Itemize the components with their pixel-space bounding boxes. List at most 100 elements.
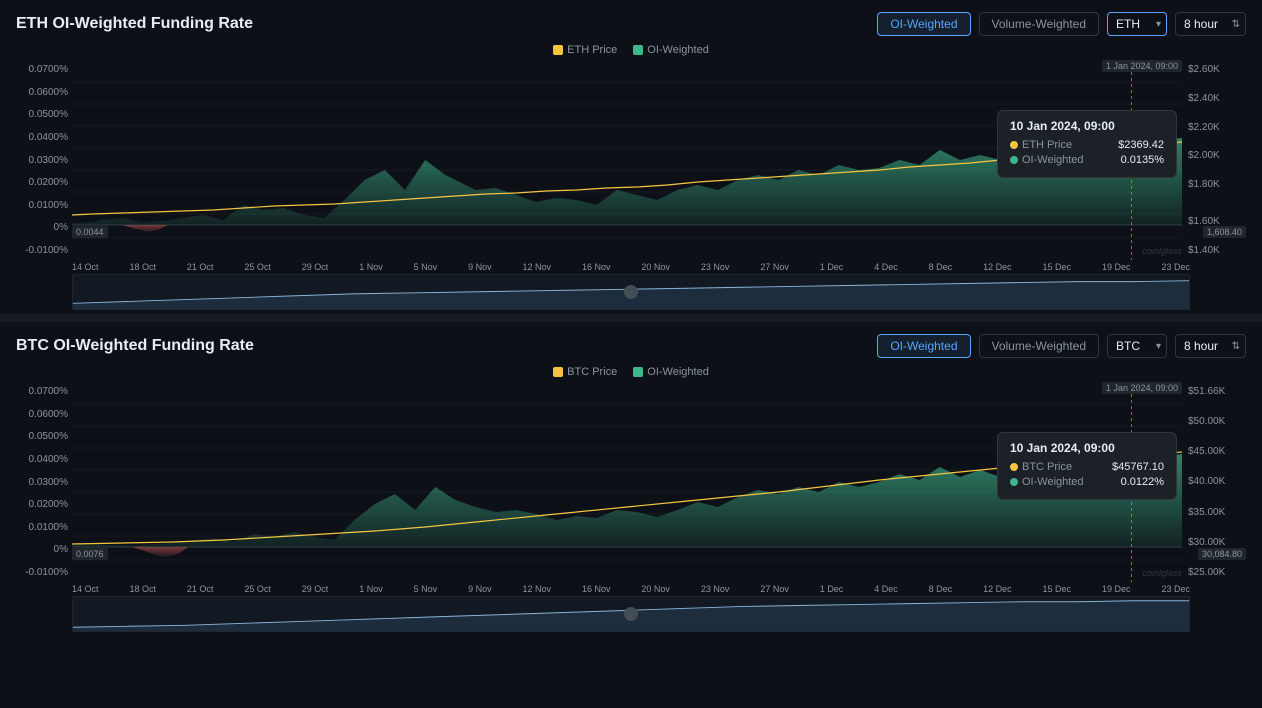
- btc-mini-chart: [72, 596, 1190, 632]
- eth-oi-legend-label: OI-Weighted: [647, 44, 709, 56]
- btc-y-right-4: $35.00K: [1188, 507, 1246, 518]
- btc-main-chart-container: 0.0700% 0.0600% 0.0500% 0.0400% 0.0300% …: [16, 382, 1246, 582]
- btc-hour-select[interactable]: 1 hour 4 hour 8 hour 24 hour: [1175, 334, 1246, 358]
- eth-x-3: 25 Oct: [244, 262, 271, 272]
- eth-x-2: 21 Oct: [187, 262, 214, 272]
- btc-x-16: 12 Dec: [983, 584, 1012, 594]
- eth-oi-weighted-btn[interactable]: OI-Weighted: [877, 12, 970, 36]
- eth-y-left-3: 0.0400%: [16, 132, 68, 143]
- eth-oi-legend: OI-Weighted: [633, 44, 709, 56]
- btc-legend: BTC Price OI-Weighted: [16, 366, 1246, 378]
- btc-x-7: 9 Nov: [468, 584, 492, 594]
- eth-x-9: 16 Nov: [582, 262, 611, 272]
- btc-y-left-3: 0.0400%: [16, 454, 68, 465]
- btc-x-2: 21 Oct: [187, 584, 214, 594]
- eth-x-14: 4 Dec: [874, 262, 898, 272]
- eth-x-8: 12 Nov: [523, 262, 552, 272]
- btc-chart-controls: OI-Weighted Volume-Weighted BTC ETH SOL …: [877, 334, 1246, 358]
- eth-mini-chart: [72, 274, 1190, 310]
- btc-coin-selector: BTC ETH SOL ▾: [1107, 334, 1167, 358]
- btc-y-right-0: $51.66K: [1188, 386, 1246, 397]
- eth-x-1: 18 Oct: [129, 262, 156, 272]
- eth-chart-svg-container: 0.0044 10 Jan 2024, 09:00 ETH Price $236…: [72, 60, 1182, 260]
- btc-chart-header: BTC OI-Weighted Funding Rate OI-Weighted…: [16, 334, 1246, 358]
- eth-oi-legend-dot: [633, 45, 643, 55]
- btc-oi-legend-label: OI-Weighted: [647, 366, 709, 378]
- eth-y-left-6: 0.0100%: [16, 200, 68, 211]
- btc-coin-select[interactable]: BTC ETH SOL: [1107, 334, 1167, 358]
- btc-x-19: 23 Dec: [1161, 584, 1190, 594]
- eth-hour-select[interactable]: 1 hour 4 hour 8 hour 24 hour: [1175, 12, 1246, 36]
- btc-x-3: 25 Oct: [244, 584, 271, 594]
- eth-x-19: 23 Dec: [1161, 262, 1190, 272]
- eth-x-6: 5 Nov: [414, 262, 438, 272]
- eth-y-left-5: 0.0200%: [16, 177, 68, 188]
- btc-timestamp-right: 1 Jan 2024, 09:00: [1102, 382, 1182, 394]
- btc-oi-weighted-btn[interactable]: OI-Weighted: [877, 334, 970, 358]
- btc-price-legend: BTC Price: [553, 366, 617, 378]
- eth-x-axis: 14 Oct 18 Oct 21 Oct 25 Oct 29 Oct 1 Nov…: [16, 260, 1246, 272]
- btc-x-6: 5 Nov: [414, 584, 438, 594]
- eth-y-left-8: -0.0100%: [16, 245, 68, 256]
- btc-price-legend-label: BTC Price: [567, 366, 617, 378]
- eth-x-0: 14 Oct: [72, 262, 99, 272]
- btc-y-left-7: 0%: [16, 544, 68, 555]
- eth-timestamp-right: 1 Jan 2024, 09:00: [1102, 60, 1182, 72]
- eth-x-5: 1 Nov: [359, 262, 383, 272]
- eth-coin-select[interactable]: ETH BTC SOL: [1107, 12, 1167, 36]
- btc-x-11: 23 Nov: [701, 584, 730, 594]
- eth-y-axis-left: 0.0700% 0.0600% 0.0500% 0.0400% 0.0300% …: [16, 60, 72, 260]
- btc-x-10: 20 Nov: [641, 584, 670, 594]
- eth-x-11: 23 Nov: [701, 262, 730, 272]
- eth-y-right-1: $2.40K: [1188, 93, 1246, 104]
- eth-chart-title: ETH OI-Weighted Funding Rate: [16, 15, 253, 33]
- btc-y-right-2: $45.00K: [1188, 446, 1246, 457]
- btc-y-left-0: 0.0700%: [16, 386, 68, 397]
- eth-oi-fill: [72, 135, 1182, 225]
- eth-y-right-3: $2.00K: [1188, 150, 1246, 161]
- eth-chart-section: ETH OI-Weighted Funding Rate OI-Weighted…: [0, 0, 1262, 310]
- eth-chart-controls: OI-Weighted Volume-Weighted ETH BTC SOL …: [877, 12, 1246, 36]
- btc-x-1: 18 Oct: [129, 584, 156, 594]
- eth-x-15: 8 Dec: [929, 262, 953, 272]
- eth-coin-selector: ETH BTC SOL ▾: [1107, 12, 1167, 36]
- page: ETH OI-Weighted Funding Rate OI-Weighted…: [0, 0, 1262, 708]
- eth-y-left-2: 0.0500%: [16, 109, 68, 120]
- eth-chart-header: ETH OI-Weighted Funding Rate OI-Weighted…: [16, 12, 1246, 36]
- eth-zero-badge: 0.0044: [72, 226, 108, 238]
- eth-x-10: 20 Nov: [641, 262, 670, 272]
- eth-chart-svg: [72, 60, 1182, 260]
- eth-volume-weighted-btn[interactable]: Volume-Weighted: [979, 12, 1100, 36]
- eth-y-right-6: $1.40K: [1188, 245, 1246, 256]
- eth-hour-selector: 1 hour 4 hour 8 hour 24 hour ⇅: [1175, 12, 1246, 36]
- btc-chart-svg: [72, 382, 1182, 582]
- btc-x-12: 27 Nov: [760, 584, 789, 594]
- btc-y-right-6: $25.00K: [1188, 567, 1246, 578]
- eth-x-18: 19 Dec: [1102, 262, 1131, 272]
- btc-y-right-1: $50.00K: [1188, 416, 1246, 427]
- divider: [0, 314, 1262, 322]
- eth-price-legend-label: ETH Price: [567, 44, 617, 56]
- btc-y-right-3: $40.00K: [1188, 476, 1246, 487]
- eth-y-left-1: 0.0600%: [16, 87, 68, 98]
- btc-price-legend-dot: [553, 367, 563, 377]
- btc-x-18: 19 Dec: [1102, 584, 1131, 594]
- eth-price-legend: ETH Price: [553, 44, 617, 56]
- btc-chart-section: BTC OI-Weighted Funding Rate OI-Weighted…: [0, 322, 1262, 632]
- btc-scroll-handle[interactable]: [624, 607, 638, 621]
- btc-x-4: 29 Oct: [302, 584, 329, 594]
- btc-y-left-5: 0.0200%: [16, 499, 68, 510]
- eth-scroll-handle[interactable]: [624, 285, 638, 299]
- eth-main-chart-container: 0.0700% 0.0600% 0.0500% 0.0400% 0.0300% …: [16, 60, 1246, 260]
- btc-volume-weighted-btn[interactable]: Volume-Weighted: [979, 334, 1100, 358]
- btc-x-0: 14 Oct: [72, 584, 99, 594]
- btc-chart-svg-container: 0.0076 10 Jan 2024, 09:00 BTC Price $457…: [72, 382, 1182, 582]
- btc-x-axis: 14 Oct 18 Oct 21 Oct 25 Oct 29 Oct 1 Nov…: [16, 582, 1246, 594]
- eth-watermark: coinlglass: [1142, 246, 1182, 256]
- btc-hour-selector: 1 hour 4 hour 8 hour 24 hour ⇅: [1175, 334, 1246, 358]
- btc-oi-legend: OI-Weighted: [633, 366, 709, 378]
- btc-y-left-2: 0.0500%: [16, 431, 68, 442]
- eth-price-legend-dot: [553, 45, 563, 55]
- eth-x-13: 1 Dec: [820, 262, 844, 272]
- btc-y-left-6: 0.0100%: [16, 522, 68, 533]
